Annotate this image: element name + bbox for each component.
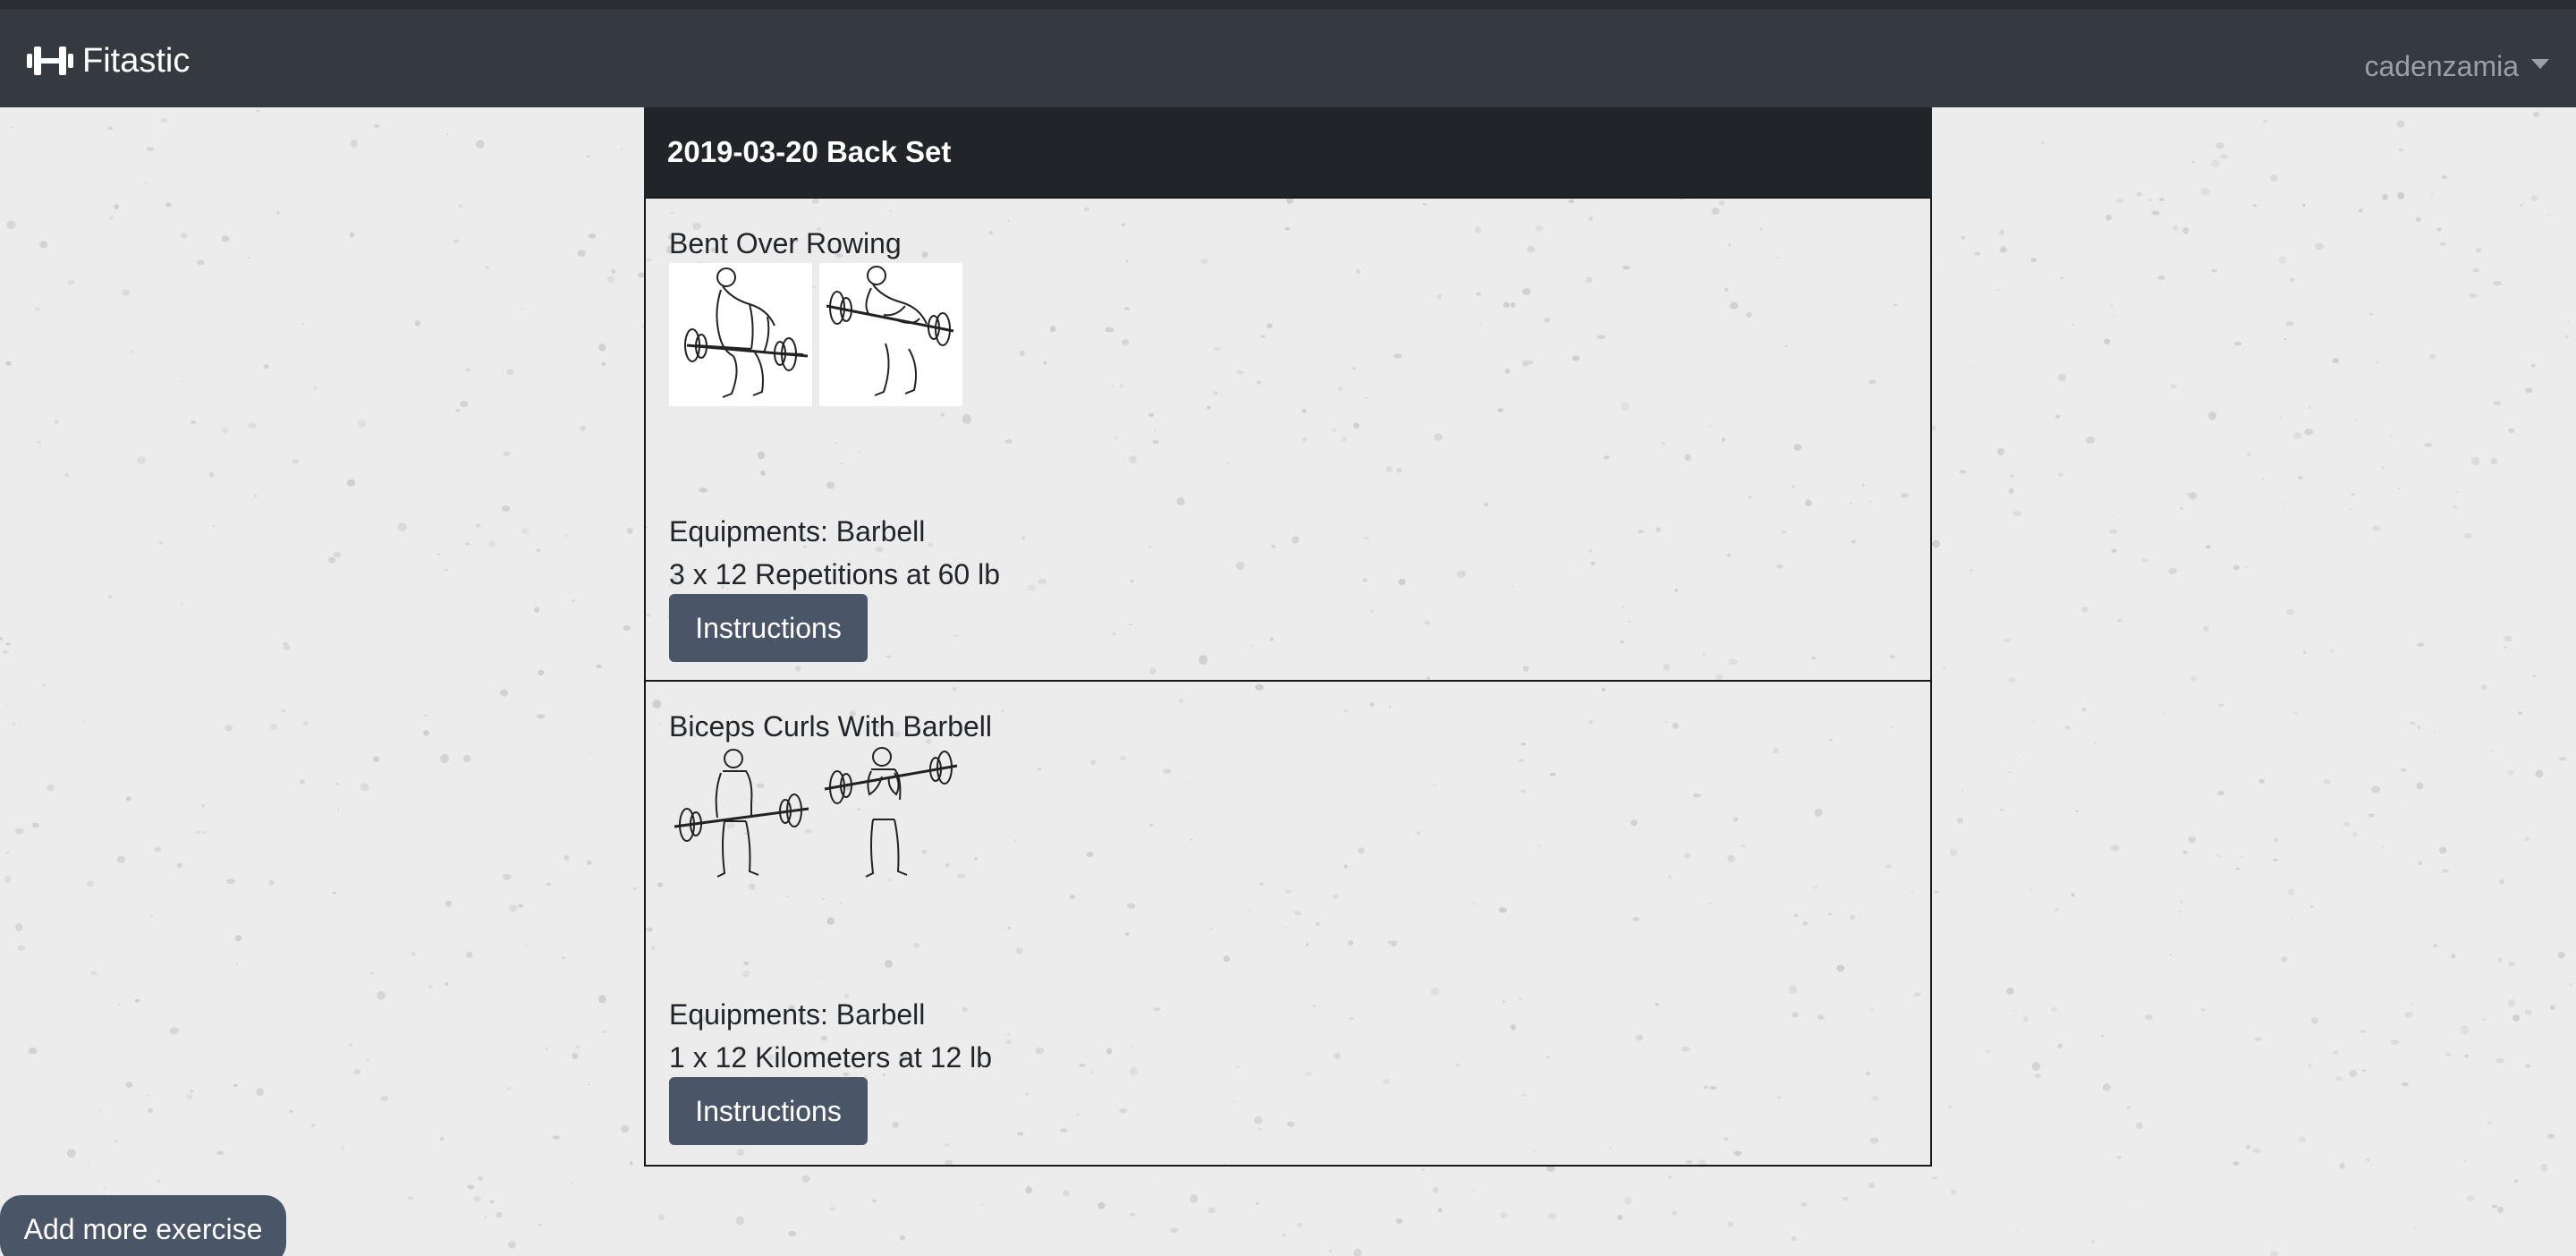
barbell-curl-start-image	[674, 749, 809, 878]
exercise-images	[669, 263, 1930, 406]
exercise-images	[669, 746, 1930, 889]
brand-link[interactable]: Fitastic	[27, 36, 190, 86]
exercise-item: Biceps Curls With Barbell Equipments: Ba…	[644, 682, 1932, 1167]
top-navbar: Fitastic cadenzamia	[0, 0, 2576, 107]
exercise-name: Bent Over Rowing	[669, 227, 902, 259]
add-more-exercise-button[interactable]: Add more exercise	[0, 1195, 286, 1256]
exercise-sets: 3 x 12 Repetitions at 60 lb	[669, 558, 1001, 590]
dumbbell-icon	[27, 47, 73, 75]
exercise-equipment: Equipments: Barbell	[669, 998, 926, 1031]
exercise-equipment: Equipments: Barbell	[669, 515, 926, 547]
exercise-item: Bent Over Rowing Equipments: Barbell 3 x…	[644, 197, 1932, 682]
bent-over-row-start-image	[669, 263, 812, 406]
username: cadenzamia	[2364, 49, 2519, 82]
barbell-curl-end-image	[824, 747, 958, 878]
brand-name: Fitastic	[82, 41, 191, 80]
user-dropdown[interactable]: cadenzamia	[2364, 41, 2549, 91]
instructions-button[interactable]: Instructions	[669, 1077, 868, 1145]
workout-card: 2019-03-20 Back Set Bent Over Rowing Equ…	[644, 107, 1932, 1167]
workout-title: 2019-03-20 Back Set	[644, 107, 1932, 197]
caret-down-icon	[2531, 58, 2549, 69]
instructions-button[interactable]: Instructions	[669, 594, 868, 662]
exercise-sets: 1 x 12 Kilometers at 12 lb	[669, 1041, 993, 1074]
bent-over-row-end-image	[819, 263, 962, 406]
exercise-name: Biceps Curls With Barbell	[669, 710, 992, 743]
